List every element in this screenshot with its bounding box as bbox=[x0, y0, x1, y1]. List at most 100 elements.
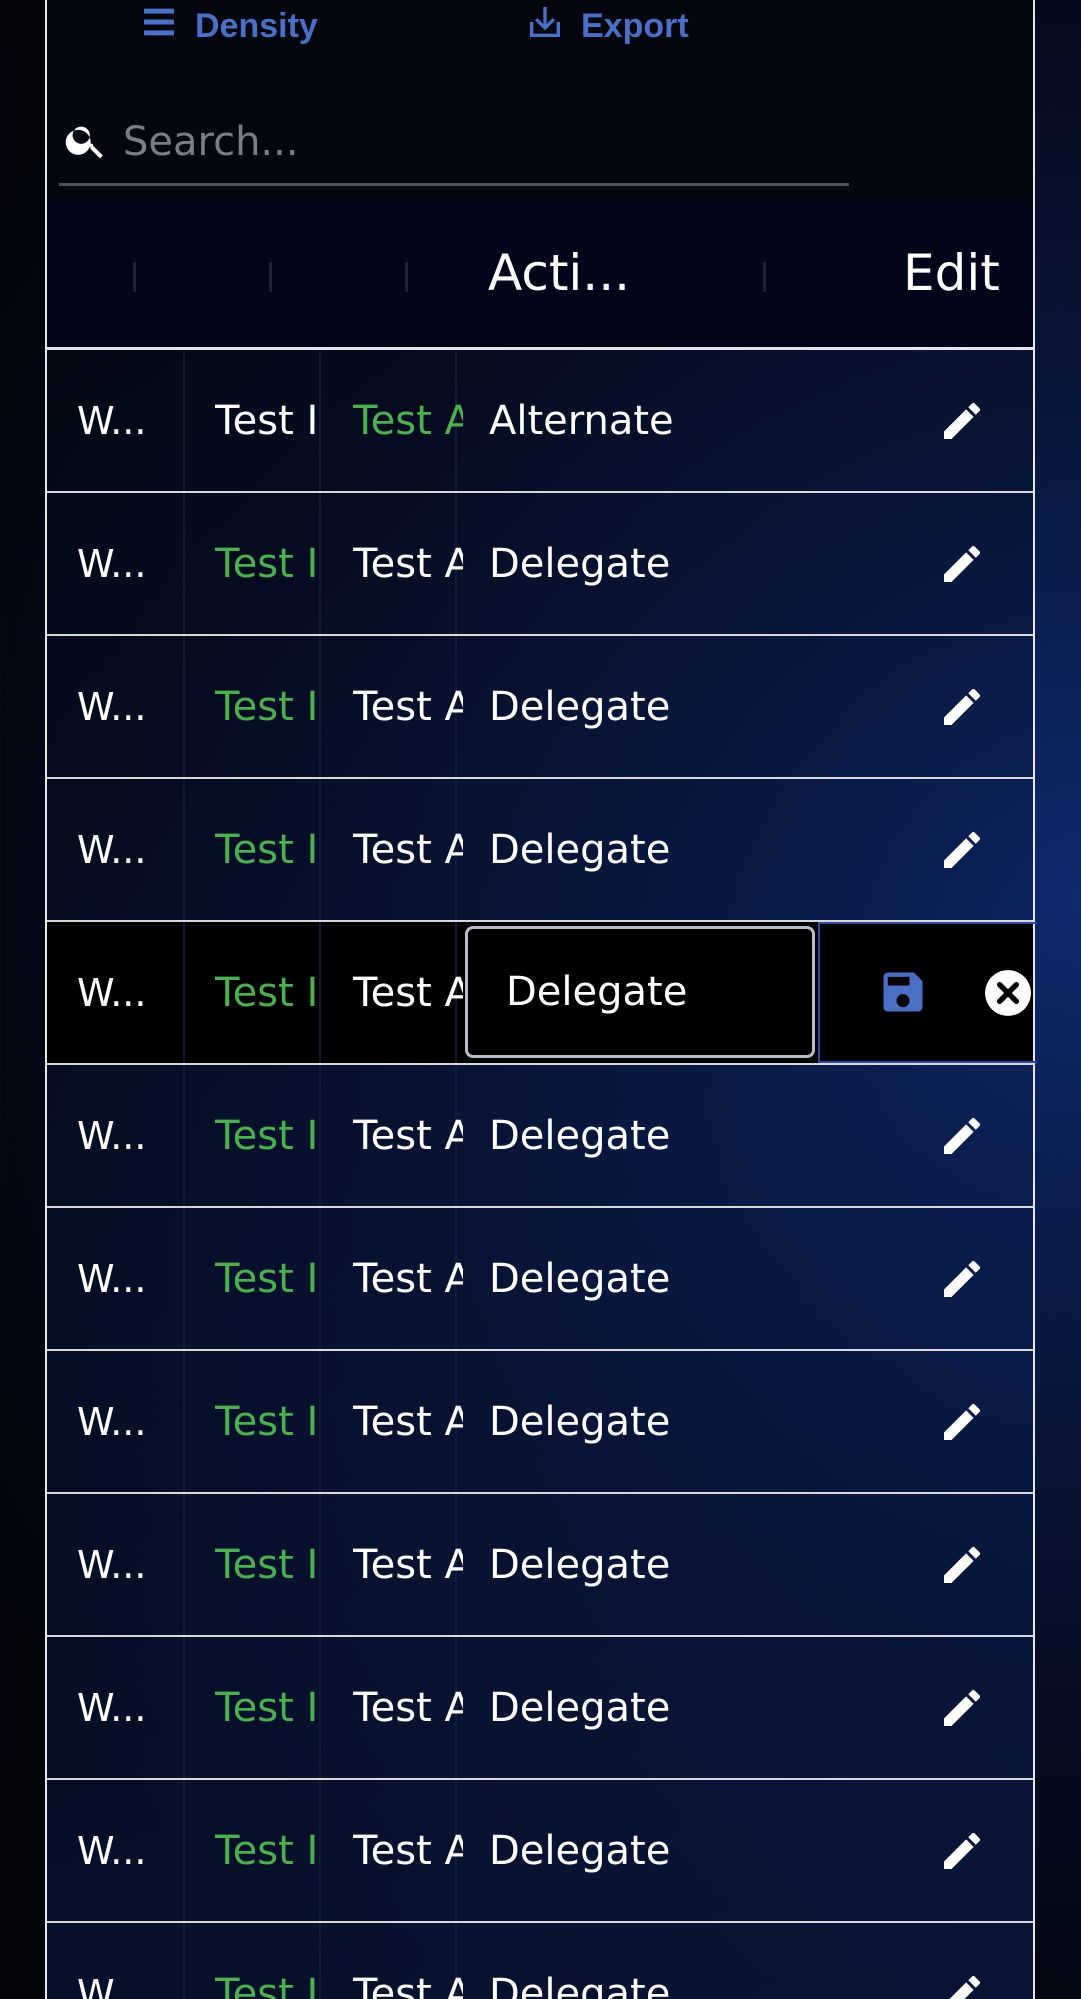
cell-col3[interactable]: Test A bbox=[353, 1208, 463, 1349]
cell-col1[interactable]: W... bbox=[77, 636, 167, 777]
cell-action[interactable]: Delegate bbox=[489, 636, 789, 777]
cell-divider bbox=[183, 1780, 185, 1921]
cell-col2[interactable]: Test I bbox=[215, 636, 325, 777]
pencil-icon[interactable] bbox=[927, 1494, 997, 1635]
table-row[interactable]: W... Test I Test A Delegate bbox=[47, 493, 1033, 636]
cell-col2[interactable]: Test I bbox=[215, 1208, 325, 1349]
cell-col3[interactable]: Test A bbox=[353, 922, 463, 1063]
export-label: Export bbox=[581, 6, 689, 45]
cell-col2[interactable]: Test I bbox=[215, 493, 325, 634]
column-header-action[interactable]: Acti... bbox=[488, 244, 630, 302]
save-icon[interactable] bbox=[877, 966, 929, 1028]
cell-col3[interactable]: Test A bbox=[353, 636, 463, 777]
cell-action[interactable]: Delegate bbox=[489, 493, 789, 634]
table-row[interactable]: W... Test I Test A Delegate bbox=[47, 1351, 1033, 1494]
cell-col3[interactable]: Test A bbox=[353, 1494, 463, 1635]
cell-col1[interactable]: W... bbox=[77, 779, 167, 920]
cell-col3[interactable]: Test A bbox=[353, 350, 463, 491]
pencil-icon[interactable] bbox=[927, 1780, 997, 1921]
pencil-icon[interactable] bbox=[927, 1351, 997, 1492]
cell-action[interactable]: Delegate bbox=[489, 1208, 789, 1349]
cell-col1[interactable]: W... bbox=[77, 1065, 167, 1206]
cell-col3[interactable]: Test A bbox=[353, 1637, 463, 1778]
table-row[interactable]: W... Test I Test A Delegate bbox=[47, 922, 1037, 1065]
column-separator[interactable] bbox=[763, 262, 766, 292]
table-header: Acti... Edit bbox=[47, 200, 1033, 350]
cell-action[interactable]: Delegate bbox=[489, 1494, 789, 1635]
cell-col1[interactable]: W... bbox=[77, 1494, 167, 1635]
cell-action[interactable]: Delegate bbox=[489, 1923, 789, 1999]
cell-col3[interactable]: Test A bbox=[353, 1065, 463, 1206]
cell-col3[interactable]: Test A bbox=[353, 779, 463, 920]
table-row[interactable]: W... Test I Test A Delegate bbox=[47, 636, 1033, 779]
cell-divider bbox=[183, 636, 185, 777]
column-separator[interactable] bbox=[405, 262, 408, 292]
cell-col1[interactable]: W... bbox=[77, 1208, 167, 1349]
grid-toolbar: Density Export bbox=[47, 0, 1033, 200]
cell-col3[interactable]: Test A bbox=[353, 1351, 463, 1492]
cell-col3[interactable]: Test A bbox=[353, 493, 463, 634]
pencil-icon[interactable] bbox=[927, 1065, 997, 1206]
cell-divider bbox=[183, 1637, 185, 1778]
cell-action[interactable]: Delegate bbox=[489, 1637, 789, 1778]
data-grid-panel: Density Export Acti... Edit W...Test ITe… bbox=[45, 0, 1037, 1999]
column-separator[interactable] bbox=[269, 262, 272, 292]
cell-divider bbox=[183, 1065, 185, 1206]
cell-action[interactable]: Delegate bbox=[489, 1351, 789, 1492]
density-label: Density bbox=[195, 6, 318, 45]
table-row[interactable]: W... Test I Test A Alternate bbox=[47, 350, 1033, 493]
search-field[interactable] bbox=[59, 100, 849, 186]
cell-col1[interactable]: W... bbox=[77, 1637, 167, 1778]
cell-divider bbox=[183, 1351, 185, 1492]
cancel-icon[interactable] bbox=[983, 968, 1033, 1028]
table-row[interactable]: W... Test I Test A Delegate bbox=[47, 779, 1033, 922]
pencil-icon[interactable] bbox=[927, 493, 997, 634]
action-edit-input[interactable]: Delegate bbox=[465, 926, 815, 1058]
cell-action[interactable]: Alternate bbox=[489, 350, 789, 491]
cell-divider bbox=[183, 350, 185, 491]
cell-col2[interactable]: Test I bbox=[215, 350, 325, 491]
cell-divider bbox=[183, 922, 185, 1063]
cell-col2[interactable]: Test I bbox=[215, 1780, 325, 1921]
cell-divider bbox=[183, 1923, 185, 1999]
cell-col1[interactable]: W... bbox=[77, 1780, 167, 1921]
export-button[interactable]: Export bbox=[525, 4, 689, 48]
cell-divider bbox=[183, 493, 185, 634]
table-row[interactable]: W... Test I Test A Delegate bbox=[47, 1780, 1033, 1923]
cell-col2[interactable]: Test I bbox=[215, 1065, 325, 1206]
pencil-icon[interactable] bbox=[927, 350, 997, 491]
cell-col1[interactable]: W... bbox=[77, 1923, 167, 1999]
cell-col1[interactable]: W... bbox=[77, 922, 167, 1063]
cell-col2[interactable]: Test I bbox=[215, 922, 325, 1063]
density-icon bbox=[139, 2, 179, 51]
cell-action[interactable]: Delegate bbox=[489, 779, 789, 920]
cell-col2[interactable]: Test I bbox=[215, 779, 325, 920]
column-header-edit[interactable]: Edit bbox=[903, 244, 1000, 302]
pencil-icon[interactable] bbox=[927, 779, 997, 920]
cell-col2[interactable]: Test I bbox=[215, 1494, 325, 1635]
pencil-icon[interactable] bbox=[927, 1923, 997, 1999]
cell-action[interactable]: Delegate bbox=[489, 1780, 789, 1921]
table-row[interactable]: W... Test I Test A Delegate bbox=[47, 1208, 1033, 1351]
cell-col1[interactable]: W... bbox=[77, 1351, 167, 1492]
column-separator[interactable] bbox=[133, 262, 136, 292]
cell-col3[interactable]: Test A bbox=[353, 1780, 463, 1921]
cell-divider bbox=[183, 1494, 185, 1635]
table-row[interactable]: W... Test I Test A Delegate bbox=[47, 1637, 1033, 1780]
table-row[interactable]: W... Test I Test A Delegate bbox=[47, 1065, 1033, 1208]
table-row[interactable]: W... Test I Test A Delegate bbox=[47, 1494, 1033, 1637]
cell-col1[interactable]: W... bbox=[77, 493, 167, 634]
cell-col1[interactable]: W... bbox=[77, 350, 167, 491]
cell-col2[interactable]: Test I bbox=[215, 1351, 325, 1492]
pencil-icon[interactable] bbox=[927, 1637, 997, 1778]
cell-col2[interactable]: Test I bbox=[215, 1923, 325, 1999]
search-input[interactable] bbox=[121, 117, 805, 166]
pencil-icon[interactable] bbox=[927, 1208, 997, 1349]
cell-col2[interactable]: Test I bbox=[215, 1637, 325, 1778]
cell-action[interactable]: Delegate bbox=[489, 1065, 789, 1206]
table-row[interactable]: W... Test I Test A Delegate bbox=[47, 1923, 1033, 1999]
cell-divider bbox=[183, 1208, 185, 1349]
cell-col3[interactable]: Test A bbox=[353, 1923, 463, 1999]
density-button[interactable]: Density bbox=[139, 4, 318, 48]
pencil-icon[interactable] bbox=[927, 636, 997, 777]
